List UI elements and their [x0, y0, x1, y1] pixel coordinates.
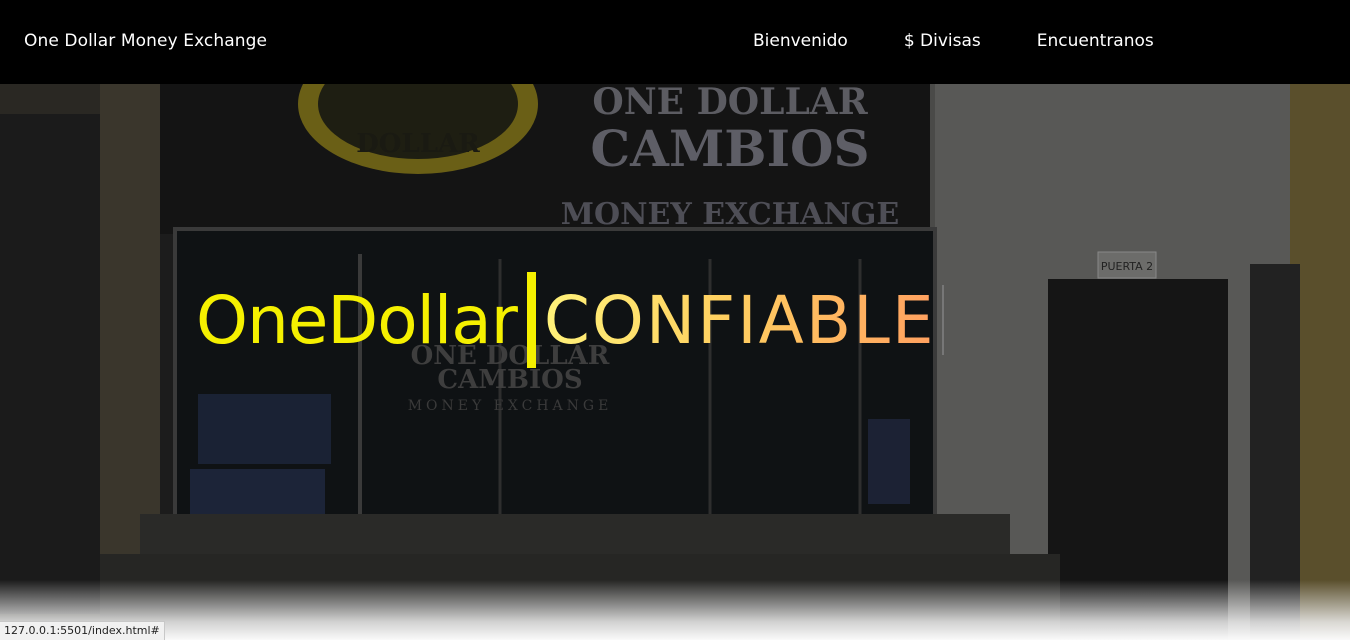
typing-caret — [941, 285, 944, 355]
nav-links: Bienvenido $ Divisas Encuentranos — [753, 31, 1154, 51]
sign-line-3: MONEY EXCHANGE — [561, 197, 900, 232]
door-sign-text: PUERTA 2 — [1101, 260, 1153, 273]
hero-section: PUERTA 2 DOLLAR ONE DOLLAR CAMBIOS MONEY… — [0, 84, 1350, 640]
hero-headline: OneDollar CONFIABLE — [196, 270, 944, 370]
info-poster-1 — [198, 394, 331, 464]
top-navbar: One Dollar Money Exchange Bienvenido $ D… — [0, 0, 1350, 84]
info-poster-3 — [868, 419, 910, 504]
browser-status-url: 127.0.0.1:5501/index.html# — [0, 621, 165, 640]
nav-link-divisas[interactable]: $ Divisas — [904, 31, 981, 51]
nav-link-bienvenido[interactable]: Bienvenido — [753, 31, 848, 51]
sign-line-1: ONE DOLLAR — [592, 84, 868, 123]
nav-link-encuentranos[interactable]: Encuentranos — [1037, 31, 1154, 51]
sign-line-2: CAMBIOS — [590, 119, 869, 178]
headline-divider-bar — [526, 272, 536, 368]
brand-link[interactable]: One Dollar Money Exchange — [24, 31, 267, 51]
headline-typed-text: CONFIABLE — [543, 281, 936, 359]
window-decal-line-3: MONEY EXCHANGE — [408, 398, 613, 414]
headline-static-text: OneDollar — [196, 281, 518, 359]
logo-text: DOLLAR — [356, 129, 480, 159]
hero-bottom-fade — [0, 580, 1350, 640]
